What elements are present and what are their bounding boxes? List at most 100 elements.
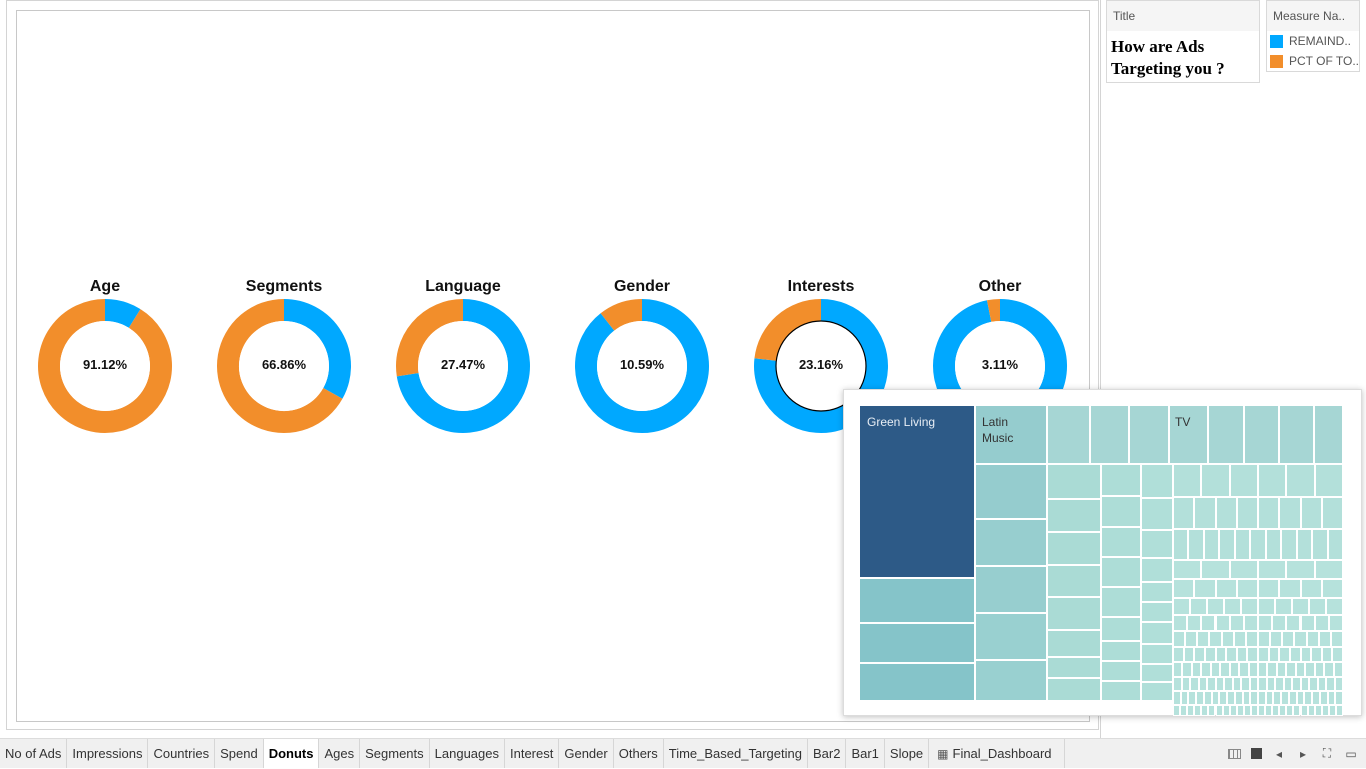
tab-countries[interactable]: Countries <box>148 739 216 768</box>
treemap-cell[interactable] <box>1215 647 1227 662</box>
treemap-cell[interactable] <box>1265 691 1274 705</box>
treemap-cell[interactable] <box>1326 677 1335 691</box>
tab-spend[interactable]: Spend <box>215 739 264 768</box>
treemap-cell[interactable] <box>1201 705 1209 716</box>
treemap-cell[interactable] <box>1183 647 1195 662</box>
treemap-cell[interactable] <box>1314 662 1325 677</box>
treemap-cell[interactable] <box>1305 662 1315 677</box>
treemap-cell[interactable] <box>1129 405 1169 464</box>
treemap-cell[interactable] <box>1101 641 1141 661</box>
treemap-cell[interactable] <box>1229 560 1258 579</box>
treemap-cell[interactable] <box>1295 662 1306 677</box>
treemap-cell-tv[interactable]: TV <box>1169 405 1208 464</box>
tab-others[interactable]: Others <box>614 739 664 768</box>
treemap-cell[interactable] <box>1281 529 1297 560</box>
treemap-cell[interactable] <box>1239 662 1249 677</box>
treemap-cell[interactable] <box>1215 615 1230 631</box>
treemap-cell[interactable] <box>1201 615 1216 631</box>
treemap-cell[interactable] <box>975 519 1047 566</box>
treemap-cell[interactable] <box>1203 529 1220 560</box>
next-sheet-icon[interactable]: ▸ <box>1296 747 1310 761</box>
treemap-cell[interactable] <box>1314 464 1343 497</box>
treemap-cell[interactable] <box>1194 647 1205 662</box>
treemap-cell[interactable] <box>1185 631 1198 647</box>
treemap-cell[interactable] <box>1279 405 1314 464</box>
treemap-cell[interactable] <box>1292 677 1301 691</box>
treemap-cell[interactable] <box>1224 677 1233 691</box>
treemap-cell[interactable] <box>1265 529 1282 560</box>
treemap-cell[interactable] <box>1258 631 1271 647</box>
treemap-cell[interactable] <box>1173 529 1189 560</box>
treemap-cell[interactable] <box>1250 529 1266 560</box>
treemap-cell[interactable] <box>1241 598 1258 615</box>
treemap-cell[interactable] <box>1321 647 1333 662</box>
treemap-cell[interactable] <box>1210 662 1221 677</box>
treemap-cell[interactable] <box>1333 662 1343 677</box>
treemap-cell[interactable] <box>1294 631 1307 647</box>
treemap-cell[interactable] <box>1312 529 1328 560</box>
donut-slice-pct[interactable] <box>986 299 1001 322</box>
tab-no-of-ads[interactable]: No of Ads <box>0 739 68 768</box>
treemap-cell[interactable] <box>859 578 975 623</box>
donut-age[interactable]: Age 91.12% <box>30 278 180 438</box>
treemap-cell[interactable] <box>1141 664 1173 682</box>
treemap-cell[interactable] <box>1258 464 1287 497</box>
treemap-cell[interactable] <box>1328 615 1343 631</box>
treemap-cell[interactable] <box>1267 662 1277 677</box>
treemap-cell[interactable] <box>1188 691 1197 705</box>
donut-gender[interactable]: Gender 10.59% <box>567 278 717 438</box>
tab-gender[interactable]: Gender <box>559 739 614 768</box>
treemap-cell[interactable] <box>1321 497 1343 529</box>
treemap-cell[interactable] <box>1326 598 1343 615</box>
treemap-cell[interactable] <box>1090 405 1129 464</box>
treemap-cell[interactable] <box>1101 527 1141 557</box>
treemap-cell[interactable] <box>1194 497 1216 529</box>
treemap-cell[interactable] <box>1286 464 1315 497</box>
treemap-cell[interactable] <box>1208 405 1244 464</box>
treemap-cell[interactable] <box>1258 560 1287 579</box>
treemap-cell[interactable] <box>1248 662 1258 677</box>
treemap-cell[interactable] <box>1047 499 1101 532</box>
treemap-cell[interactable] <box>1173 615 1188 631</box>
treemap-cell[interactable] <box>1222 705 1230 716</box>
treemap-cell[interactable] <box>1141 622 1173 644</box>
treemap-cell[interactable] <box>1141 682 1173 701</box>
donut-segments[interactable]: Segments 66.86% <box>209 278 359 438</box>
treemap-cell[interactable] <box>1190 598 1207 615</box>
treemap-cell[interactable] <box>1258 615 1273 631</box>
treemap-cell[interactable] <box>1141 498 1173 530</box>
treemap-cell[interactable] <box>1173 631 1186 647</box>
treemap-cell[interactable] <box>1101 496 1141 527</box>
treemap-cell[interactable] <box>1208 705 1216 716</box>
treemap-cell[interactable] <box>1314 405 1343 464</box>
treemap-cell[interactable] <box>1306 631 1319 647</box>
treemap-cell[interactable] <box>1229 662 1240 677</box>
donut-slice-pct[interactable] <box>600 299 643 331</box>
treemap-cell[interactable] <box>1211 691 1220 705</box>
treemap-cell[interactable] <box>1300 579 1322 598</box>
treemap-cell[interactable] <box>1314 615 1329 631</box>
treemap-cell[interactable] <box>1288 691 1297 705</box>
fullscreen-icon[interactable]: ⛶ <box>1320 746 1334 761</box>
treemap-cell[interactable] <box>1236 647 1248 662</box>
treemap-cell[interactable] <box>1314 560 1343 579</box>
tab-segments[interactable]: Segments <box>360 739 430 768</box>
treemap-cell[interactable] <box>1215 579 1237 598</box>
show-filmstrip-icon[interactable] <box>1228 748 1241 759</box>
treemap-cell[interactable] <box>1173 705 1181 716</box>
treemap-cell[interactable] <box>1229 464 1258 497</box>
treemap-cell-latin-music[interactable]: Latin Music <box>975 405 1047 464</box>
treemap-cell[interactable] <box>1173 560 1202 579</box>
treemap-cell[interactable] <box>1141 602 1173 622</box>
treemap-cell[interactable] <box>1101 557 1141 587</box>
treemap-cell[interactable] <box>1319 691 1328 705</box>
treemap-cell[interactable] <box>1328 705 1336 716</box>
treemap-cell[interactable] <box>1047 678 1101 701</box>
treemap-cell[interactable] <box>1047 597 1101 630</box>
treemap-cell[interactable] <box>1312 691 1320 705</box>
treemap-cell[interactable] <box>1314 705 1322 716</box>
treemap-cell[interactable] <box>1286 615 1301 631</box>
treemap-cell[interactable] <box>1236 705 1244 716</box>
treemap-cell[interactable] <box>1219 529 1235 560</box>
treemap-cell[interactable] <box>1236 579 1258 598</box>
